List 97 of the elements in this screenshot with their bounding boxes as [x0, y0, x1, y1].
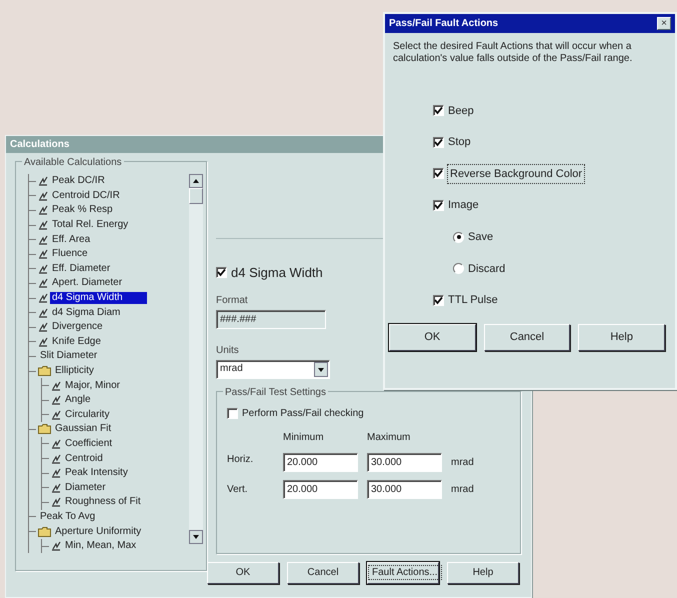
- checkbox-label: Perform Pass/Fail checking: [242, 406, 364, 420]
- units-dropdown[interactable]: mrad: [216, 360, 330, 378]
- tree-item[interactable]: Knife Edge: [50, 336, 103, 348]
- chart-icon: [38, 220, 48, 230]
- group-label: Pass/Fail Test Settings: [223, 384, 328, 400]
- tree-item[interactable]: Roughness of Fit: [63, 496, 143, 508]
- checkbox[interactable]: [433, 200, 444, 212]
- tree-item[interactable]: Total Rel. Energy: [50, 219, 130, 232]
- checkbox-label: Reverse Background Color: [448, 164, 584, 184]
- chart-icon: [51, 380, 61, 391]
- tree-item[interactable]: Min, Mean, Max: [63, 540, 138, 552]
- checkbox[interactable]: [433, 105, 444, 116]
- tree-item[interactable]: d4 Sigma Width: [50, 292, 147, 304]
- folder-icon: [38, 424, 51, 434]
- tree-item[interactable]: Peak % Resp: [50, 204, 115, 216]
- tree-item[interactable]: Gaussian Fit: [53, 423, 114, 436]
- dialog-button[interactable]: Fault Actions...: [367, 562, 439, 584]
- dialog-button[interactable]: Cancel: [287, 562, 359, 584]
- dialog-button[interactable]: Help: [578, 324, 666, 352]
- scrollbar[interactable]: [189, 174, 203, 544]
- unit-label: mrad: [451, 456, 475, 470]
- radio-button[interactable]: [453, 232, 464, 243]
- format-field[interactable]: ###.###: [216, 310, 326, 328]
- chart-icon: [38, 249, 48, 260]
- chart-icon: [51, 468, 61, 478]
- unit-label: mrad: [451, 482, 475, 496]
- checkbox[interactable]: [433, 168, 444, 180]
- tree-item[interactable]: Diameter: [63, 482, 108, 494]
- tree-item[interactable]: Apert. Diameter: [50, 277, 124, 290]
- minimum-field[interactable]: 20.000: [283, 480, 358, 498]
- close-button[interactable]: ×: [657, 17, 671, 30]
- radio-label: Discard: [468, 262, 506, 277]
- tree-item[interactable]: Centroid DC/IR: [50, 190, 122, 202]
- row-label: Vert.: [227, 482, 249, 496]
- column-header: Minimum: [283, 430, 325, 444]
- chart-icon: [38, 308, 48, 318]
- tree-item[interactable]: Centroid: [63, 452, 105, 465]
- checkbox-label: TTL Pulse: [448, 293, 498, 308]
- chart-icon: [38, 190, 48, 201]
- chart-icon: [51, 410, 61, 420]
- chart-icon: [38, 264, 48, 274]
- dialog-title: Pass/Fail Fault Actions: [389, 17, 498, 31]
- tree-item[interactable]: d4 Sigma Diam: [50, 306, 122, 319]
- radio-button[interactable]: [453, 263, 464, 274]
- tree-item[interactable]: Peak DC/IR: [50, 175, 107, 188]
- chart-icon: [38, 293, 48, 304]
- tree-item[interactable]: Fluence: [50, 248, 90, 260]
- tree-item[interactable]: Ellipticity: [53, 365, 96, 378]
- chart-icon: [38, 205, 48, 216]
- folder-icon: [38, 526, 51, 537]
- dialog-button[interactable]: OK: [389, 324, 476, 352]
- tree-item[interactable]: Angle: [63, 394, 93, 406]
- tree-item[interactable]: Major, Minor: [63, 380, 122, 392]
- checkbox[interactable]: [433, 294, 444, 306]
- tree-item[interactable]: Slit Diameter: [38, 350, 100, 362]
- chart-icon: [51, 438, 61, 449]
- maximum-field[interactable]: 30.000: [367, 480, 442, 498]
- dialog-button[interactable]: OK: [207, 562, 279, 584]
- chart-icon: [51, 395, 61, 406]
- folder-icon: [38, 366, 51, 376]
- tree-item[interactable]: Eff. Area: [50, 234, 92, 246]
- dropdown-value: mrad: [220, 362, 243, 376]
- dialog-button[interactable]: Cancel: [484, 324, 570, 352]
- chart-icon: [51, 454, 61, 464]
- chart-icon: [51, 541, 61, 552]
- row-label: Horiz.: [227, 452, 254, 466]
- tree-item[interactable]: Peak To Avg: [38, 510, 98, 523]
- chart-icon: [38, 234, 48, 245]
- field-label: Units: [216, 344, 239, 358]
- chart-icon: [51, 482, 61, 493]
- tree-item[interactable]: Coefficient: [63, 438, 114, 450]
- chart-icon: [38, 336, 48, 347]
- tree-item[interactable]: Divergence: [50, 321, 105, 334]
- checkbox[interactable]: [227, 408, 238, 418]
- maximum-field[interactable]: 30.000: [367, 452, 442, 472]
- calculation-title: d4 Sigma Width: [231, 264, 323, 282]
- scroll-thumb[interactable]: [189, 188, 203, 204]
- tree-item[interactable]: Eff. Diameter: [50, 262, 112, 275]
- checkbox-label: Image: [448, 198, 479, 214]
- chart-icon: [51, 497, 61, 508]
- tree-item[interactable]: Peak Intensity: [63, 467, 130, 480]
- checkbox[interactable]: [433, 136, 444, 148]
- description-text: Select the desired Fault Actions that will occur when a calculation's value falls outside of the Pass/Fail range.: [393, 41, 634, 65]
- chart-icon: [38, 278, 48, 288]
- chart-icon: [38, 322, 48, 332]
- checkbox[interactable]: [216, 267, 227, 278]
- column-header: Maximum: [367, 430, 412, 444]
- dialog-button[interactable]: Help: [447, 562, 519, 584]
- window-title: Calculations: [10, 138, 70, 152]
- chart-icon: [38, 176, 48, 186]
- checkbox-label: Beep: [448, 104, 474, 119]
- tree-item[interactable]: Circularity: [63, 408, 112, 421]
- minimum-field[interactable]: 20.000: [283, 452, 358, 472]
- tree-item[interactable]: Aperture Uniformity: [53, 526, 144, 538]
- checkbox-label: Stop: [448, 135, 471, 150]
- radio-label: Save: [468, 230, 494, 245]
- field-label: Format: [216, 294, 248, 308]
